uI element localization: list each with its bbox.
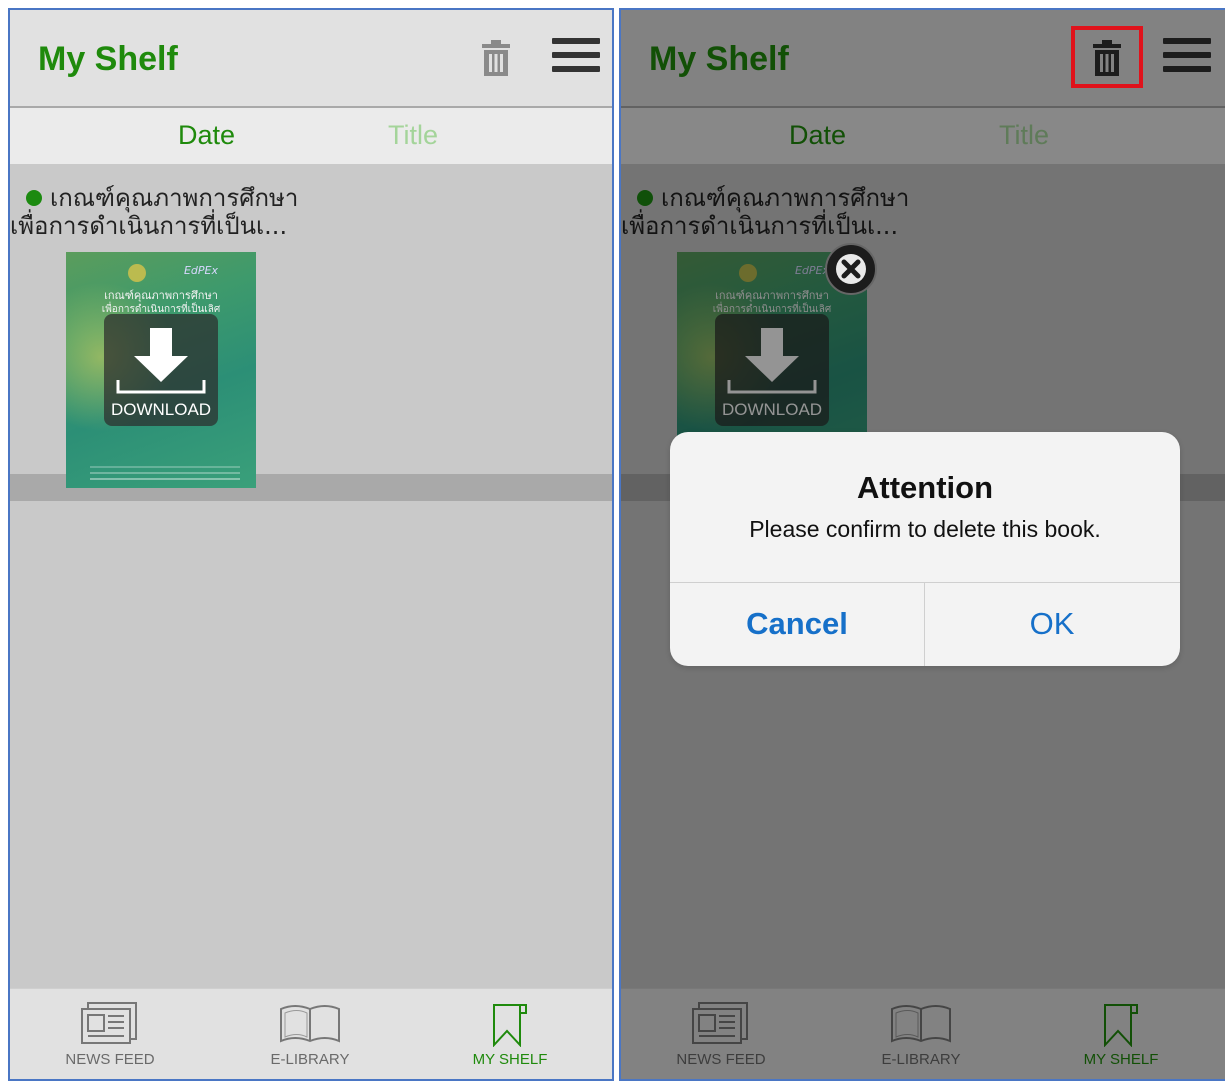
close-icon — [836, 254, 866, 284]
download-arrow-icon — [116, 328, 206, 394]
newspaper-icon — [81, 1002, 137, 1044]
dialog-title: Attention — [856, 470, 994, 505]
trash-icon — [482, 40, 510, 76]
cover-logo: EdPEx — [183, 264, 219, 277]
menu-button[interactable] — [552, 38, 600, 78]
dialog-message: Please confirm to delete this book. — [749, 516, 1101, 542]
page-title: My Shelf — [38, 40, 178, 78]
cover-footer-text — [90, 478, 240, 480]
hamburger-icon — [552, 38, 600, 72]
tab-sort-date[interactable]: Date — [178, 120, 235, 151]
open-book-icon — [280, 1005, 340, 1043]
ok-button[interactable]: OK — [925, 582, 1179, 666]
tab-sort-title[interactable]: Title — [388, 120, 438, 151]
shelf-screen-delete-confirm: My Shelf Date Title เกณฑ์คุณภาพการศึกษา … — [619, 8, 1225, 1081]
download-label: DOWNLOAD — [110, 400, 212, 419]
cover-seal-icon — [128, 264, 146, 282]
shelf-content: เกณฑ์คุณภาพการศึกษา เพื่อการดำเนินการที่… — [10, 164, 612, 989]
shelf-screen-normal: My Shelf Date Title เกณฑ์คุณภาพการศึกษา … — [8, 8, 614, 1081]
book-title[interactable]: เกณฑ์คุณภาพการศึกษา เพื่อการดำเนินการที่… — [10, 184, 299, 240]
book-cover[interactable]: EdPEx เกณฑ์คุณภาพการศึกษา เพื่อการดำเนิน… — [66, 252, 256, 488]
book-title-line2: เพื่อการดำเนินการที่เป็นเ... — [10, 212, 288, 240]
nav-label: NEWS FEED — [65, 1051, 155, 1068]
download-button[interactable]: DOWNLOAD — [104, 314, 218, 426]
trash-highlight-box — [1071, 26, 1143, 88]
remove-book-button[interactable] — [825, 243, 877, 295]
sort-tabs: Date Title — [10, 108, 612, 164]
confirm-dialog: Attention Please confirm to delete this … — [670, 432, 1180, 666]
cancel-button[interactable]: Cancel — [670, 582, 924, 666]
nav-label: E-LIBRARY — [270, 1051, 350, 1068]
bookmark-icon — [493, 1004, 527, 1047]
nav-my-shelf[interactable]: MY SHELF — [410, 989, 610, 1079]
book-title-line1: เกณฑ์คุณภาพการศึกษา — [50, 184, 299, 212]
status-dot-icon — [26, 190, 42, 206]
bottom-nav: NEWS FEED E-LIBRARY MY SHELF — [10, 988, 612, 1079]
nav-label: MY SHELF — [472, 1051, 548, 1068]
app-header: My Shelf — [10, 10, 612, 108]
nav-news-feed[interactable]: NEWS FEED — [10, 989, 210, 1079]
nav-e-library[interactable]: E-LIBRARY — [210, 989, 410, 1079]
delete-button[interactable] — [474, 36, 518, 80]
